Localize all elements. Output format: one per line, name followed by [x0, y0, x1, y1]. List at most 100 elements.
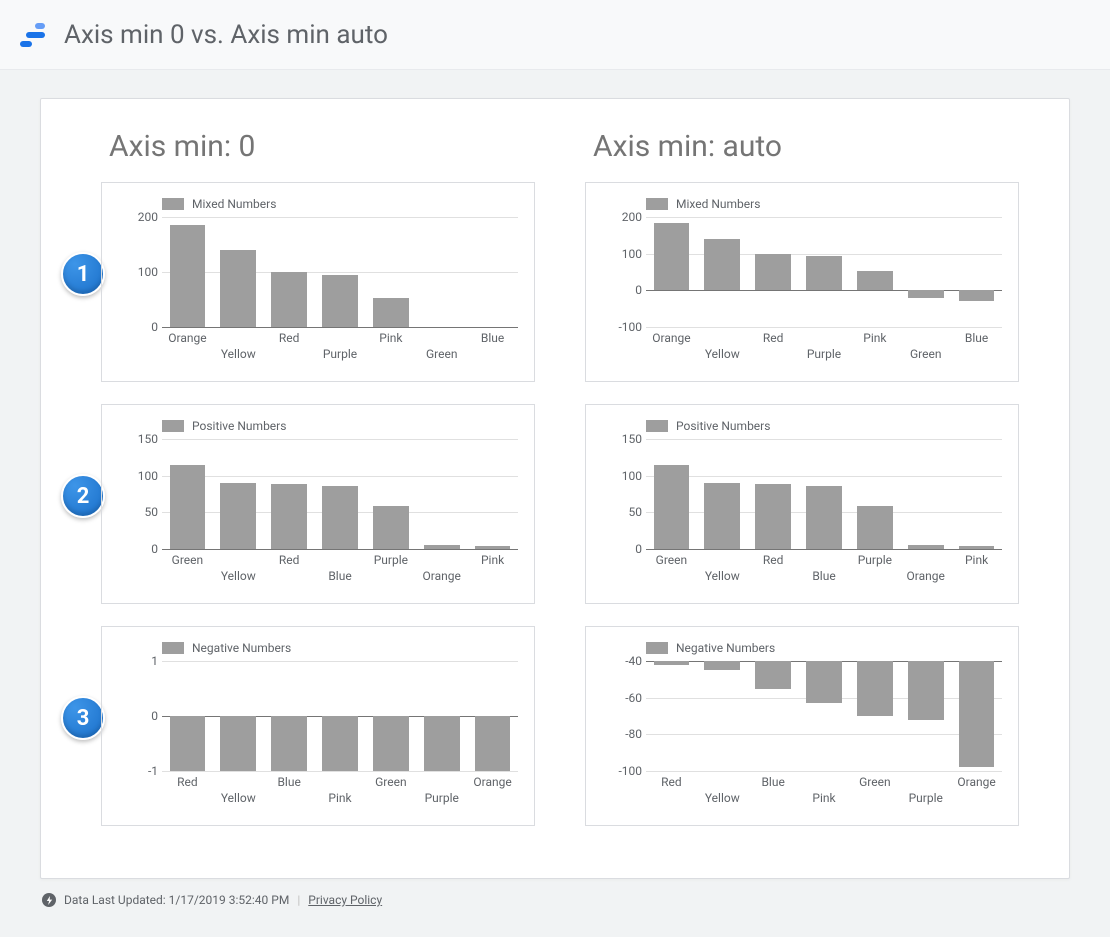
privacy-link[interactable]: Privacy Policy: [308, 893, 382, 907]
y-tick: 100: [114, 469, 158, 483]
chart-positive-left: Positive Numbers 050100150 Green Yellow Red B…: [101, 404, 535, 604]
plot-area: -1000100200: [646, 217, 1002, 327]
bar: [806, 486, 842, 549]
x-label: Purple: [323, 347, 357, 361]
y-tick: 0: [114, 709, 158, 723]
bar: [959, 661, 995, 767]
legend-swatch-icon: [646, 642, 668, 654]
x-label: Yellow: [221, 569, 256, 583]
plot-area: -101: [162, 661, 518, 771]
y-tick: -100: [598, 764, 642, 778]
y-tick: -80: [598, 727, 642, 741]
last-updated-label: Data Last Updated: 1/17/2019 3:52:40 PM: [64, 893, 289, 907]
bar: [220, 250, 256, 327]
legend-swatch-icon: [162, 420, 184, 432]
legend-label: Mixed Numbers: [676, 197, 760, 211]
x-label: Red: [177, 775, 198, 789]
legend-swatch-icon: [162, 198, 184, 210]
x-label: Blue: [277, 775, 300, 789]
baseline: [646, 549, 1002, 550]
bar: [373, 298, 409, 327]
x-label: Yellow: [221, 791, 256, 805]
bar: [654, 465, 690, 549]
x-label: Purple: [909, 791, 943, 805]
top-bar: Axis min 0 vs. Axis min auto: [0, 0, 1110, 70]
bar: [475, 716, 511, 771]
y-tick: 100: [598, 247, 642, 261]
y-tick: 1: [114, 654, 158, 668]
gridline: [646, 771, 1002, 772]
y-tick: 100: [598, 469, 642, 483]
x-label: Red: [279, 553, 300, 567]
chart-positive-right: Positive Numbers050100150GreenYellowRedB…: [585, 404, 1019, 604]
x-label: Green: [172, 553, 203, 567]
row-badge-1: 1: [61, 252, 105, 296]
bar: [959, 546, 995, 549]
bar: [322, 486, 358, 549]
legend-label: Negative Numbers: [676, 641, 775, 655]
y-tick: 0: [114, 320, 158, 334]
bar: [170, 716, 206, 771]
row-badge-2: 2: [61, 474, 105, 518]
y-tick: 200: [114, 210, 158, 224]
bar: [755, 661, 791, 689]
bar: [857, 271, 893, 290]
plot-area: 050100150: [646, 439, 1002, 549]
y-tick: -100: [598, 320, 642, 334]
bar: [373, 716, 409, 771]
bar: [220, 483, 256, 549]
legend-label: Mixed Numbers: [192, 197, 276, 211]
x-label: Green: [375, 775, 406, 789]
chart-mixed-left: Mixed Numbers0100200OrangeYellowRedPurpl…: [101, 182, 535, 382]
bar: [322, 275, 358, 327]
x-label: Green: [656, 553, 687, 567]
x-label: Green: [859, 775, 890, 789]
y-tick: 50: [598, 505, 642, 519]
x-label: Yellow: [705, 569, 740, 583]
x-label: Yellow: [705, 347, 740, 361]
legend-swatch-icon: [646, 420, 668, 432]
y-tick: 0: [598, 542, 642, 556]
chart-legend: Negative Numbers: [162, 641, 522, 655]
bar: [424, 716, 460, 771]
plot-area: 050100150: [162, 439, 518, 549]
x-label: Blue: [761, 775, 784, 789]
y-tick: -1: [114, 764, 158, 778]
y-tick: 150: [114, 432, 158, 446]
y-tick: -60: [598, 691, 642, 705]
bar: [373, 506, 409, 549]
bar: [857, 661, 893, 716]
x-label: Orange: [168, 331, 206, 345]
bar: [704, 239, 740, 290]
x-label: Yellow: [221, 347, 256, 361]
chart-legend: Positive Numbers: [162, 419, 522, 433]
page-title: Axis min 0 vs. Axis min auto: [64, 20, 388, 50]
bolt-icon: [42, 893, 56, 907]
x-label: Orange: [423, 569, 461, 583]
x-label: Orange: [907, 569, 945, 583]
y-tick: 100: [114, 265, 158, 279]
bar: [271, 716, 307, 771]
bar: [908, 661, 944, 720]
report-canvas: Axis min: 0 Axis min: auto 1Mixed Number…: [40, 98, 1070, 879]
gridline: [646, 327, 1002, 328]
x-label: Blue: [328, 569, 351, 583]
footer: Data Last Updated: 1/17/2019 3:52:40 PM …: [40, 887, 1070, 927]
x-label: Red: [661, 775, 682, 789]
row-badge-3: 3: [61, 696, 105, 740]
chart-mixed-right: Mixed Numbers-1000100200OrangeYellowRedP…: [585, 182, 1019, 382]
x-label: Orange: [473, 775, 511, 789]
bar: [654, 223, 690, 291]
bar: [806, 661, 842, 703]
plot-area: 0100200: [162, 217, 518, 327]
x-label: Pink: [328, 791, 351, 805]
baseline: [162, 549, 518, 550]
bar: [704, 661, 740, 670]
x-label: Pink: [863, 331, 886, 345]
x-label: Pink: [379, 331, 402, 345]
bar: [755, 254, 791, 291]
legend-label: Positive Numbers: [192, 419, 286, 433]
bar: [654, 661, 690, 665]
x-label: Blue: [481, 331, 504, 345]
y-tick: 200: [598, 210, 642, 224]
